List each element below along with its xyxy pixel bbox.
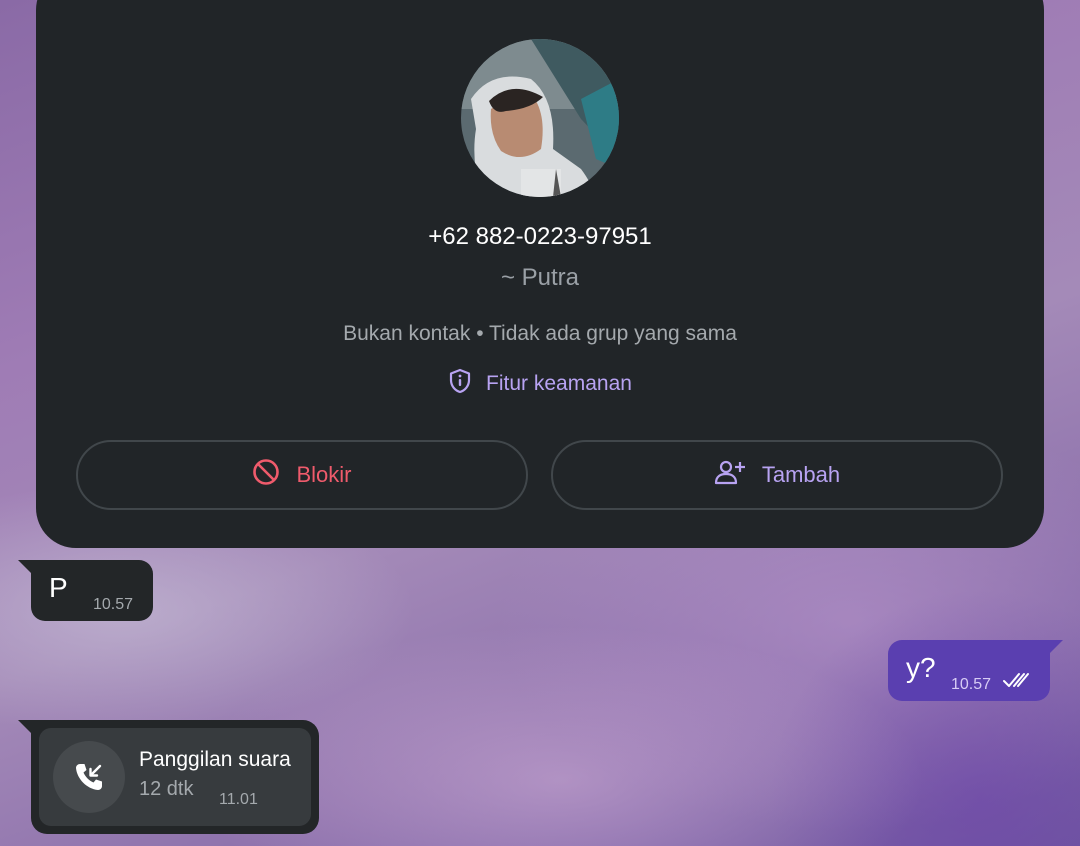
outgoing-message-bubble[interactable]: y? 10.57 <box>888 640 1050 701</box>
message-time: 10.57 <box>951 676 992 693</box>
call-log-card[interactable]: Panggilan suara 12 dtk 11.01 <box>39 728 311 826</box>
security-features-label: Fitur keamanan <box>486 372 632 395</box>
message-text: y? <box>906 652 936 683</box>
add-person-icon <box>714 458 746 492</box>
incoming-call-icon <box>53 741 125 813</box>
contact-status-info: Bukan kontak • Tidak ada grup yang sama <box>343 322 737 345</box>
message-time: 10.57 <box>93 596 134 613</box>
outgoing-bubble-tail <box>1049 640 1063 654</box>
double-check-icon <box>1002 670 1034 695</box>
incoming-bubble-tail <box>18 560 32 574</box>
chat-screen: +62 882-0223-97951 ~ Putra Bukan kontak … <box>0 0 1080 846</box>
block-button[interactable]: Blokir <box>76 440 528 510</box>
add-contact-button[interactable]: Tambah <box>551 440 1003 510</box>
call-duration: 12 dtk <box>139 778 194 800</box>
contact-phone-number: +62 882-0223-97951 <box>428 223 652 250</box>
block-icon <box>252 458 280 492</box>
call-time: 11.01 <box>219 791 258 808</box>
contact-push-name: ~ Putra <box>500 264 580 291</box>
call-log-bubble[interactable]: Panggilan suara 12 dtk 11.01 <box>31 720 319 834</box>
call-title: Panggilan suara <box>139 748 291 771</box>
incoming-message-bubble[interactable]: P 10.57 <box>31 560 153 621</box>
contact-avatar[interactable] <box>461 39 619 197</box>
message-text: P <box>49 572 68 603</box>
shield-icon <box>448 368 472 400</box>
call-bubble-tail <box>18 720 32 734</box>
security-features-link[interactable]: Fitur keamanan <box>0 368 1080 400</box>
add-contact-button-label: Tambah <box>761 462 841 487</box>
block-button-label: Blokir <box>296 462 352 487</box>
